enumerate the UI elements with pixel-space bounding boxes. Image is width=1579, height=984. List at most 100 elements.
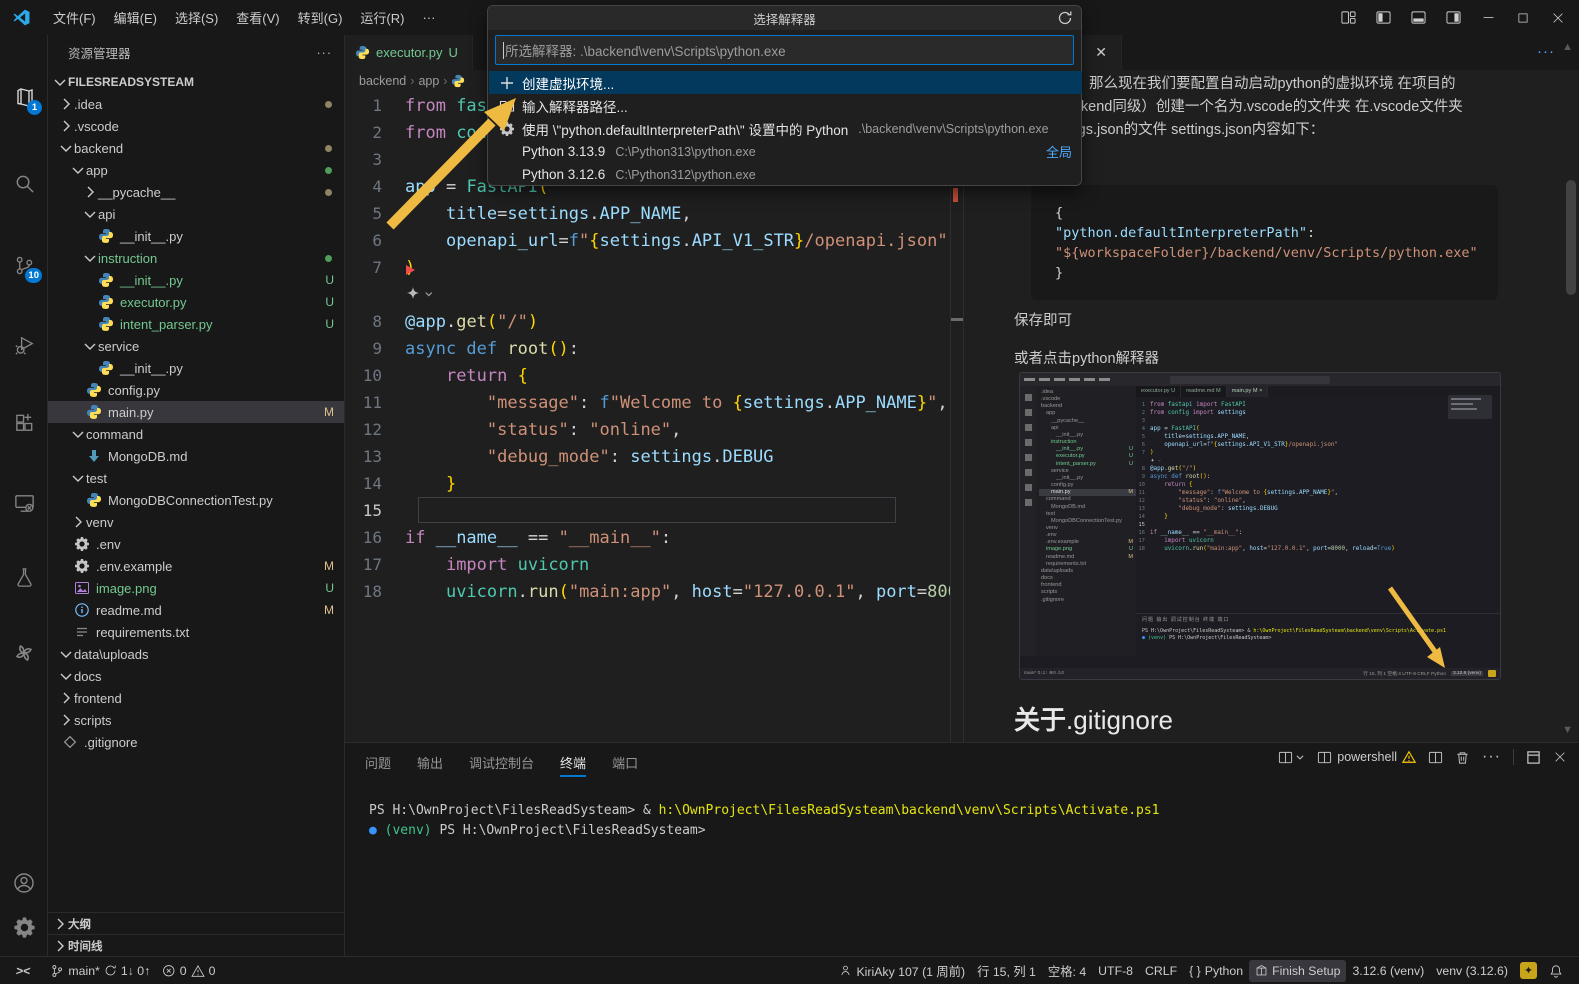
problems-item[interactable]: 0 0 (156, 960, 221, 982)
tree-item-command[interactable]: command (48, 423, 344, 445)
tree-item-instruction[interactable]: instruction (48, 247, 344, 269)
code-line-10[interactable]: 10 return { (345, 362, 950, 389)
close-icon[interactable] (1545, 5, 1571, 31)
code-line-6[interactable]: 6 openapi_url=f"{settings.API_V1_STR}/op… (1136, 441, 1496, 449)
inline-sparkle-widget[interactable] (345, 281, 950, 308)
settings-gear-icon[interactable] (0, 907, 48, 947)
tree-item-backend[interactable]: backend (48, 137, 344, 159)
maximize-panel-icon[interactable] (1526, 750, 1541, 765)
panel-tab-终端[interactable]: 终端 (560, 749, 586, 776)
quickpick-item-3[interactable]: Python 3.13.9C:\Python313\python.exe全局 (489, 140, 1082, 163)
tree-item-docs[interactable]: docs (48, 665, 344, 687)
tree-item-image.png[interactable]: image.pngU (48, 577, 344, 599)
terminal-instance-powershell[interactable]: powershell (1317, 750, 1416, 765)
tree-item-.idea[interactable]: .idea (48, 93, 344, 115)
code-editor[interactable]: 1from fastapi import FastAPI2from config… (345, 92, 950, 742)
code-line-14[interactable]: 14 } (345, 470, 950, 497)
pinwheel-extension-icon[interactable] (0, 633, 48, 673)
menu-item-1[interactable]: 编辑(E) (105, 5, 166, 30)
tree-item-.env.example[interactable]: .env.exampleM (48, 555, 344, 577)
code-line-13[interactable]: 13 "debug_mode": settings.DEBUG (1136, 505, 1496, 513)
tree-item-scripts[interactable]: scripts (48, 709, 344, 731)
code-line-18[interactable]: 18 uvicorn.run("main:app", host="127.0.0… (345, 578, 950, 605)
cursor-position-item[interactable]: 行 15, 列 1 (971, 960, 1042, 982)
code-line-7[interactable]: 7) (1136, 449, 1496, 457)
eol-item[interactable]: CRLF (1139, 960, 1183, 982)
close-icon[interactable]: ✕ (1095, 44, 1107, 61)
scroll-down-icon[interactable]: ▼ (1562, 724, 1573, 736)
customize-layout-icon[interactable] (1335, 5, 1361, 31)
tab-executor-py[interactable]: executor.py U (345, 35, 473, 70)
tree-item-main.py[interactable]: main.pyM (48, 401, 344, 423)
finish-setup-item[interactable]: Finish Setup (1249, 960, 1346, 982)
quickpick-item-2[interactable]: 使用 \"python.defaultInterpreterPath\" 设置中… (489, 117, 1082, 140)
tree-item-service[interactable]: service (48, 335, 344, 357)
tree-item-readme.md[interactable]: readme.mdM (48, 599, 344, 621)
tree-item-MongoDBConnectionTest.py[interactable]: MongoDBConnectionTest.py (48, 489, 344, 511)
menu-item-3[interactable]: 查看(V) (227, 5, 288, 30)
code-line-15[interactable]: 15 (1136, 521, 1496, 529)
terminal-output[interactable]: PS H:\OwnProject\FilesReadSysteam> & h:\… (369, 801, 1160, 840)
panel-tab-端口[interactable]: 端口 (612, 749, 638, 776)
timeline-section[interactable]: 时间线 (48, 934, 344, 956)
code-line-14[interactable]: 14 } (1136, 513, 1496, 521)
panel-tab-调试控制台[interactable]: 调试控制台 (469, 749, 534, 776)
tree-item-__init__.py[interactable]: __init__.pyU (48, 269, 344, 291)
code-line-3[interactable]: 3 (1136, 417, 1496, 425)
tree-item-api[interactable]: api (48, 203, 344, 225)
code-line-10[interactable]: 10 return { (1136, 481, 1496, 489)
search-icon[interactable] (0, 163, 48, 203)
code-line-12[interactable]: 12 "status": "online", (345, 416, 950, 443)
maximize-icon[interactable] (1510, 5, 1536, 31)
testing-icon[interactable] (0, 557, 48, 597)
tree-item-executor.py[interactable]: executor.pyU (48, 291, 344, 313)
tree-item-intent_parser.py[interactable]: intent_parser.pyU (48, 313, 344, 335)
menu-item-6[interactable]: ··· (413, 7, 444, 28)
panel-tab-输出[interactable]: 输出 (417, 749, 443, 776)
run-and-debug-icon[interactable] (0, 325, 48, 365)
tree-item-config.py[interactable]: config.py (48, 379, 344, 401)
tree-item-__init__.py[interactable]: __init__.py (48, 357, 344, 379)
tree-item-frontend[interactable]: frontend (48, 687, 344, 709)
tree-item-data-uploads[interactable]: data\uploads (48, 643, 344, 665)
code-line-17[interactable]: 17 import uvicorn (1136, 537, 1496, 545)
quickpick-item-1[interactable]: 输入解释器路径... (489, 94, 1082, 117)
code-line-9[interactable]: 9async def root(): (345, 335, 950, 362)
split-terminal-icon[interactable] (1428, 750, 1443, 765)
code-line-16[interactable]: 16if __name__ == "__main__": (1136, 529, 1496, 537)
code-line-7[interactable]: 7) (345, 254, 950, 281)
code-line-12[interactable]: 12 "status": "online", (1136, 497, 1496, 505)
code-line-8[interactable]: 8@app.get("/") (1136, 465, 1496, 473)
toggle-secondary-sidebar-icon[interactable] (1440, 5, 1466, 31)
code-line-11[interactable]: 11 "message": f"Welcome to {settings.APP… (345, 389, 950, 416)
menu-item-0[interactable]: 文件(F) (44, 5, 105, 30)
notifications-bell-icon[interactable] (1543, 960, 1569, 982)
venv-item[interactable]: venv (3.12.6) (1430, 960, 1514, 982)
more-actions-icon[interactable]: ··· (317, 46, 333, 60)
code-line-13[interactable]: 13 "debug_mode": settings.DEBUG (345, 443, 950, 470)
code-line-2[interactable]: 2from config import settings (1136, 409, 1496, 417)
code-line-17[interactable]: 17 import uvicorn (345, 551, 950, 578)
close-panel-icon[interactable] (1553, 750, 1567, 764)
toggle-panel-icon[interactable] (1405, 5, 1431, 31)
tree-item-venv[interactable]: venv (48, 511, 344, 533)
code-line-15[interactable]: 15 (345, 497, 950, 524)
remote-indicator[interactable]: >< (8, 960, 45, 982)
scroll-up-icon[interactable]: ▲ (1562, 41, 1573, 53)
quickpick-item-0[interactable]: 创建虚拟环境... (489, 71, 1082, 94)
language-mode-item[interactable]: { }Python (1183, 960, 1249, 982)
tree-item-.gitignore[interactable]: .gitignore (48, 731, 344, 753)
extensions-icon[interactable] (0, 403, 48, 443)
git-branch-item[interactable]: main* 1↓ 0↑ (44, 960, 156, 982)
more-actions-icon[interactable]: ··· (1537, 43, 1555, 60)
python-interpreter-item[interactable]: 3.12.6 (venv) (1346, 960, 1430, 982)
code-line-4[interactable]: 4app = FastAPI( (1136, 425, 1496, 433)
outline-section[interactable]: 大纲 (48, 912, 344, 934)
quickpick-item-4[interactable]: Python 3.12.6C:\Python312\python.exe (489, 163, 1082, 186)
tree-item-app[interactable]: app (48, 159, 344, 181)
more-actions-icon[interactable]: ··· (1482, 748, 1501, 766)
code-line-16[interactable]: 16if __name__ == "__main__": (345, 524, 950, 551)
menu-item-4[interactable]: 转到(G) (289, 5, 352, 30)
tree-item-test[interactable]: test (48, 467, 344, 489)
tree-item-__pycache__[interactable]: __pycache__ (48, 181, 344, 203)
